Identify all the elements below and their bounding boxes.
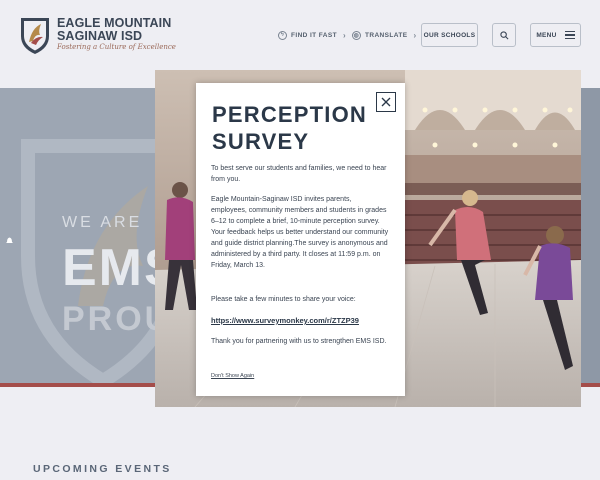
hamburger-icon	[564, 29, 575, 41]
modal-body-text: Eagle Mountain-Saginaw ISD invites paren…	[211, 196, 389, 269]
chevron-right-icon: ›	[413, 30, 417, 40]
modal-thanks-text: Thank you for partnering with us to stre…	[211, 338, 387, 345]
translate-label: TRANSLATE	[365, 31, 408, 39]
hero-we-are: WE ARE	[62, 214, 143, 231]
site-header: EAGLE MOUNTAIN SAGINAW ISD Fostering a C…	[0, 0, 600, 70]
our-schools-label: OUR SCHOOLS	[423, 31, 476, 39]
perception-survey-modal: PERCEPTION SURVEY To best serve our stud…	[196, 83, 405, 396]
menu-label: MENU	[536, 31, 557, 39]
translate-link[interactable]: ◍ TRANSLATE ›	[352, 27, 417, 43]
modal-title: PERCEPTION SURVEY	[212, 102, 368, 154]
dont-show-again-link[interactable]: Don't Show Again	[211, 373, 254, 379]
bell-icon[interactable]	[6, 236, 13, 244]
hero-right-edge	[581, 88, 600, 384]
modal-intro-text: To best serve our students and families,…	[211, 165, 387, 183]
menu-button[interactable]: MENU	[530, 23, 581, 47]
close-icon	[381, 97, 391, 107]
find-it-fast-label: FIND IT FAST	[291, 31, 337, 39]
brand-tagline: Fostering a Culture of Excellence	[57, 43, 176, 51]
our-schools-button[interactable]: OUR SCHOOLS	[421, 23, 478, 47]
search-icon	[499, 30, 508, 39]
find-it-fast-link[interactable]: ϟ FIND IT FAST ›	[278, 27, 346, 43]
lightning-icon: ϟ	[278, 30, 287, 40]
brand-name[interactable]: EAGLE MOUNTAIN SAGINAW ISD	[57, 17, 171, 43]
globe-icon: ◍	[352, 30, 361, 40]
eagle-shield-logo[interactable]	[19, 14, 51, 56]
chevron-right-icon: ›	[342, 30, 347, 40]
survey-link[interactable]: https://www.surveymonkey.com/r/ZTZP39	[211, 316, 359, 325]
modal-call-to-action: Please take a few minutes to share your …	[211, 296, 356, 303]
brand-line-2: SAGINAW ISD	[57, 29, 143, 43]
close-button[interactable]	[376, 92, 396, 112]
search-button[interactable]	[492, 23, 516, 47]
upcoming-events-heading: UPCOMING EVENTS	[33, 463, 172, 475]
